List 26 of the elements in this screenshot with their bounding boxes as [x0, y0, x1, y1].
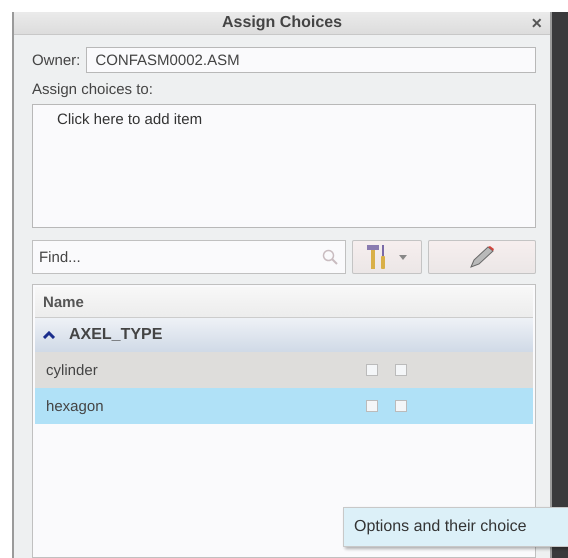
choice-name: cylinder [46, 362, 99, 378]
add-item-prompt[interactable]: Click here to add item [57, 111, 511, 128]
owner-label: Owner: [32, 52, 80, 68]
tools-dropdown-button[interactable] [352, 240, 422, 274]
caret-icon [399, 254, 408, 260]
close-button[interactable]: × [529, 13, 544, 33]
pencil-icon [468, 245, 495, 269]
edit-button[interactable] [428, 240, 536, 274]
choice-name: hexagon [46, 398, 105, 414]
group-name: AXEL_TYPE [69, 326, 162, 344]
assign-list[interactable]: Click here to add item [32, 104, 536, 228]
search-icon [322, 249, 338, 265]
owner-field[interactable]: CONFASM0002.ASM [86, 47, 536, 73]
checkbox[interactable] [366, 400, 378, 412]
checkbox[interactable] [395, 364, 407, 376]
choice-row[interactable]: hexagon [35, 388, 533, 424]
group-row[interactable]: AXEL_TYPE [35, 318, 533, 352]
choice-row[interactable]: cylinder [35, 352, 533, 388]
column-header[interactable]: Name [35, 287, 533, 318]
checkbox[interactable] [366, 364, 378, 376]
assign-label: Assign choices to: [32, 81, 154, 98]
collapse-chevron-icon[interactable] [43, 331, 55, 339]
window-title: Assign Choices [222, 14, 342, 32]
tooltip: Options and their choice [343, 507, 568, 547]
search-field[interactable]: Find... [32, 240, 346, 274]
checkbox[interactable] [395, 400, 407, 412]
